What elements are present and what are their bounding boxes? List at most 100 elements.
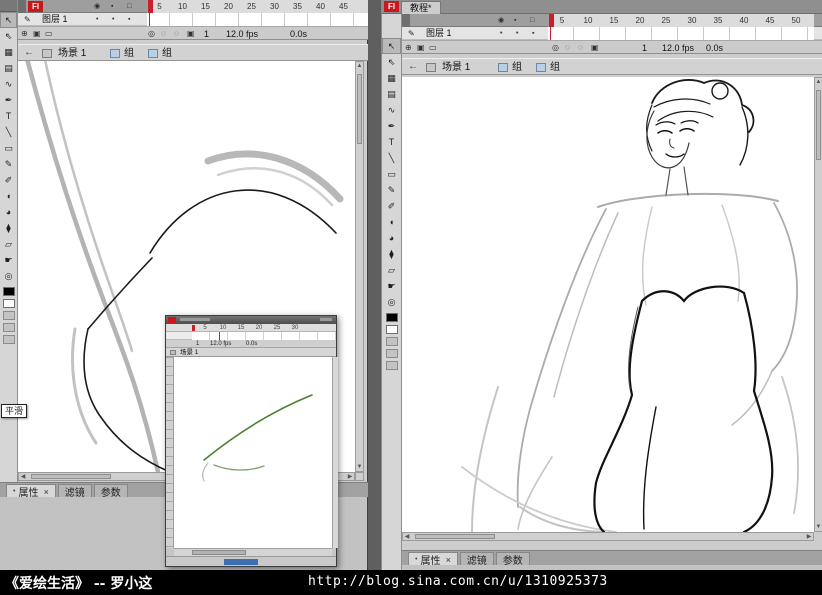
frame-rate[interactable]: 12.0 fps	[210, 340, 231, 348]
tab-properties[interactable]: • 属性 ×	[6, 484, 56, 499]
tab-filters[interactable]: 滤镜	[57, 484, 92, 499]
lock-column-icon[interactable]: ▪	[111, 0, 113, 13]
frame-grid[interactable]	[548, 27, 814, 40]
vertical-scrollbar[interactable]: ▲ ▼	[814, 77, 822, 532]
scroll-left-icon[interactable]: ◀	[19, 473, 27, 481]
tool-option-button[interactable]	[2, 323, 15, 332]
frame-grid[interactable]	[147, 13, 368, 26]
stroke-color-swatch[interactable]	[385, 313, 398, 322]
playhead[interactable]	[549, 14, 554, 27]
tool-button[interactable]: ▱	[0, 236, 17, 252]
inset-layer-row[interactable]	[166, 332, 336, 340]
group-breadcrumb[interactable]: 组	[512, 59, 522, 76]
tool-button[interactable]: ▭	[382, 166, 401, 182]
outline-column-icon[interactable]: □	[530, 14, 534, 27]
tool-button[interactable]: T	[0, 108, 17, 124]
inset-timeline-ruler[interactable]: 5 10 15 20 25 30	[166, 324, 336, 332]
tool-button[interactable]: ◎	[382, 294, 401, 310]
layer-folder-icon[interactable]: ▣	[417, 42, 425, 54]
tool-button[interactable]: ✐	[0, 172, 17, 188]
tool-button[interactable]: ╲	[0, 124, 17, 140]
tool-button[interactable]: ◕	[382, 230, 401, 246]
layer-lock-dot[interactable]: •	[516, 27, 518, 40]
tool-button[interactable]: ☛	[382, 278, 401, 294]
tool-button[interactable]: ∿	[0, 76, 17, 92]
scrollbar-thumb[interactable]	[31, 474, 111, 479]
visibility-column-icon[interactable]: ◉	[498, 14, 504, 27]
tool-button[interactable]: ◖	[382, 214, 401, 230]
layer-visibility-dot[interactable]: •	[96, 13, 98, 26]
center-frame-icon[interactable]: ◎	[148, 28, 155, 40]
center-frame-icon[interactable]: ◎	[552, 42, 559, 54]
tool-button[interactable]: ✎	[0, 156, 17, 172]
delete-layer-icon[interactable]: ▭	[45, 28, 53, 40]
tool-button[interactable]: ▦	[0, 44, 17, 60]
scroll-right-icon[interactable]: ▶	[805, 533, 813, 541]
tab-filters[interactable]: 滤镜	[459, 552, 494, 567]
tool-option-button[interactable]	[385, 349, 398, 358]
document-tab[interactable]: 教程*	[401, 1, 441, 14]
vertical-scrollbar[interactable]: ▲ ▼	[355, 61, 364, 472]
close-panel-icon[interactable]: ×	[445, 555, 450, 565]
tool-button[interactable]: ✒	[382, 118, 401, 134]
back-button[interactable]: ←	[24, 47, 34, 58]
tool-option-button[interactable]	[2, 311, 15, 320]
scroll-down-icon[interactable]: ▼	[356, 463, 363, 471]
scene-breadcrumb[interactable]: 场景 1	[442, 59, 470, 76]
panel-grip[interactable]	[0, 0, 17, 12]
layer-folder-icon[interactable]: ▣	[33, 28, 41, 40]
fill-color-swatch[interactable]	[2, 299, 15, 308]
group-breadcrumb[interactable]: 组	[550, 59, 560, 76]
scene-breadcrumb[interactable]: 场景 1	[180, 348, 198, 357]
tool-button[interactable]: ✎	[382, 182, 401, 198]
group-breadcrumb[interactable]: 组	[162, 45, 172, 62]
tab-parameters[interactable]: 参数	[495, 552, 530, 567]
tab-parameters[interactable]: 参数	[93, 484, 128, 499]
layer-row[interactable]: ✎ 图层 1 • • ▪	[18, 13, 368, 26]
inset-title-bar[interactable]	[166, 316, 336, 324]
tool-option-button[interactable]	[2, 335, 15, 344]
insert-layer-icon[interactable]: ⊕	[405, 42, 412, 54]
tool-option-button[interactable]	[385, 361, 398, 370]
tool-button[interactable]: ▤	[382, 86, 401, 102]
inset-window-buttons[interactable]	[320, 318, 332, 321]
onion-outline-icon[interactable]: ◌	[578, 42, 583, 54]
onion-outline-icon[interactable]: ◌	[174, 28, 179, 40]
tool-option-button[interactable]	[385, 337, 398, 346]
frame-rate[interactable]: 12.0 fps	[226, 27, 258, 41]
tool-button[interactable]: ▱	[382, 262, 401, 278]
back-button[interactable]: ←	[408, 61, 418, 72]
scrollbar-thumb[interactable]	[357, 74, 362, 144]
layer-outline-dot[interactable]: ▪	[128, 13, 130, 26]
timeline-grip[interactable]	[18, 0, 26, 13]
visibility-column-icon[interactable]: ◉	[94, 0, 100, 13]
tool-button[interactable]: ⧫	[382, 246, 401, 262]
tool-button[interactable]: ⇖	[0, 28, 17, 44]
onion-skin-icon[interactable]: ◌	[161, 28, 166, 40]
stroke-color-swatch[interactable]	[2, 287, 15, 296]
scrollbar-thumb[interactable]	[192, 550, 246, 555]
tool-button[interactable]: T	[382, 134, 401, 150]
tool-button[interactable]: ☛	[0, 252, 17, 268]
edit-multiple-frames-icon[interactable]: ▣	[591, 42, 599, 54]
onion-skin-icon[interactable]: ◌	[565, 42, 570, 54]
inset-stage-canvas[interactable]	[174, 357, 332, 548]
group-breadcrumb[interactable]: 组	[124, 45, 134, 62]
scrollbar-thumb[interactable]	[816, 90, 821, 160]
playhead[interactable]	[148, 0, 153, 13]
tool-button[interactable]: ⇖	[382, 54, 401, 70]
tool-button[interactable]: ◎	[0, 268, 17, 284]
layer-name[interactable]: 图层 1	[426, 27, 452, 40]
tool-button[interactable]: ◕	[0, 204, 17, 220]
layer-outline-dot[interactable]: ▪	[532, 27, 534, 40]
layer-lock-dot[interactable]: •	[112, 13, 114, 26]
tool-button[interactable]: ╲	[382, 150, 401, 166]
tool-button[interactable]: ↖	[0, 12, 17, 28]
layer-name[interactable]: 图层 1	[42, 13, 68, 26]
stage-canvas-right[interactable]	[402, 77, 814, 532]
frame-rate[interactable]: 12.0 fps	[662, 41, 694, 55]
lock-column-icon[interactable]: ▪	[514, 14, 516, 27]
fill-color-swatch[interactable]	[385, 325, 398, 334]
tool-button[interactable]: ▭	[0, 140, 17, 156]
frame-grid[interactable]	[192, 332, 336, 340]
